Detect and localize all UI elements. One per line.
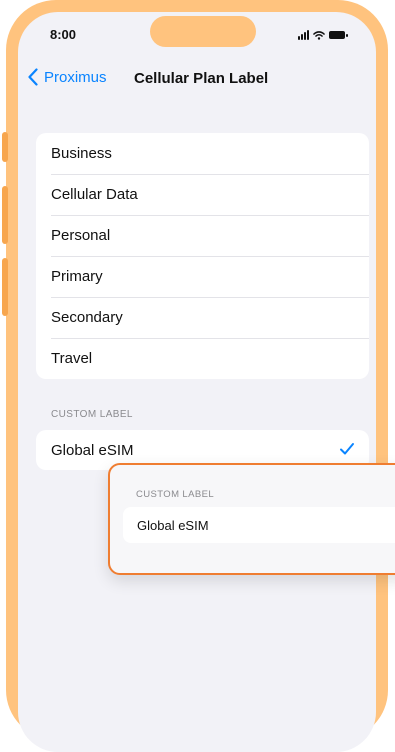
signal-icon bbox=[298, 30, 309, 40]
callout-custom-label-field: Global eSIM bbox=[123, 507, 395, 543]
wifi-icon bbox=[313, 31, 325, 40]
chevron-left-icon bbox=[28, 68, 38, 86]
volume-up-button bbox=[2, 186, 8, 244]
back-button-label: Proximus bbox=[44, 68, 107, 86]
custom-label-callout: CUSTOM LABEL Global eSIM bbox=[108, 463, 395, 575]
dynamic-island bbox=[150, 16, 256, 47]
plan-label-text: Cellular Data bbox=[51, 186, 138, 203]
plan-label-option-secondary[interactable]: Secondary bbox=[36, 297, 369, 338]
plan-label-option-travel[interactable]: Travel bbox=[36, 338, 369, 379]
navigation-bar: Proximus Cellular Plan Label bbox=[18, 66, 376, 96]
status-time: 8:00 bbox=[50, 27, 77, 42]
checkmark-icon bbox=[340, 443, 354, 455]
battery-icon bbox=[329, 31, 348, 39]
custom-label-section-header: CUSTOM LABEL bbox=[51, 409, 133, 420]
volume-down-button bbox=[2, 258, 8, 316]
plan-label-text: Travel bbox=[51, 350, 93, 367]
plan-label-list: Business Cellular Data Personal Primary … bbox=[36, 133, 369, 379]
status-icons bbox=[298, 28, 348, 40]
plan-label-text: Business bbox=[51, 145, 112, 162]
plan-label-option-personal[interactable]: Personal bbox=[36, 215, 369, 256]
plan-label-text: Personal bbox=[51, 227, 111, 244]
plan-label-option-cellular-data[interactable]: Cellular Data bbox=[36, 174, 369, 215]
plan-label-text: Secondary bbox=[51, 309, 123, 326]
custom-label-value: Global eSIM bbox=[51, 442, 134, 459]
back-button[interactable]: Proximus bbox=[28, 68, 107, 86]
mute-switch bbox=[2, 132, 8, 162]
plan-label-option-business[interactable]: Business bbox=[36, 133, 369, 174]
page-title: Cellular Plan Label bbox=[134, 70, 269, 87]
phone-screen: 8:00 Proximus Cellular Plan Label Busine… bbox=[18, 12, 376, 752]
callout-custom-label-value: Global eSIM bbox=[137, 518, 209, 533]
callout-section-header: CUSTOM LABEL bbox=[136, 489, 215, 500]
plan-label-text: Primary bbox=[51, 268, 103, 285]
plan-label-option-primary[interactable]: Primary bbox=[36, 256, 369, 297]
status-bar: 8:00 bbox=[18, 12, 376, 56]
